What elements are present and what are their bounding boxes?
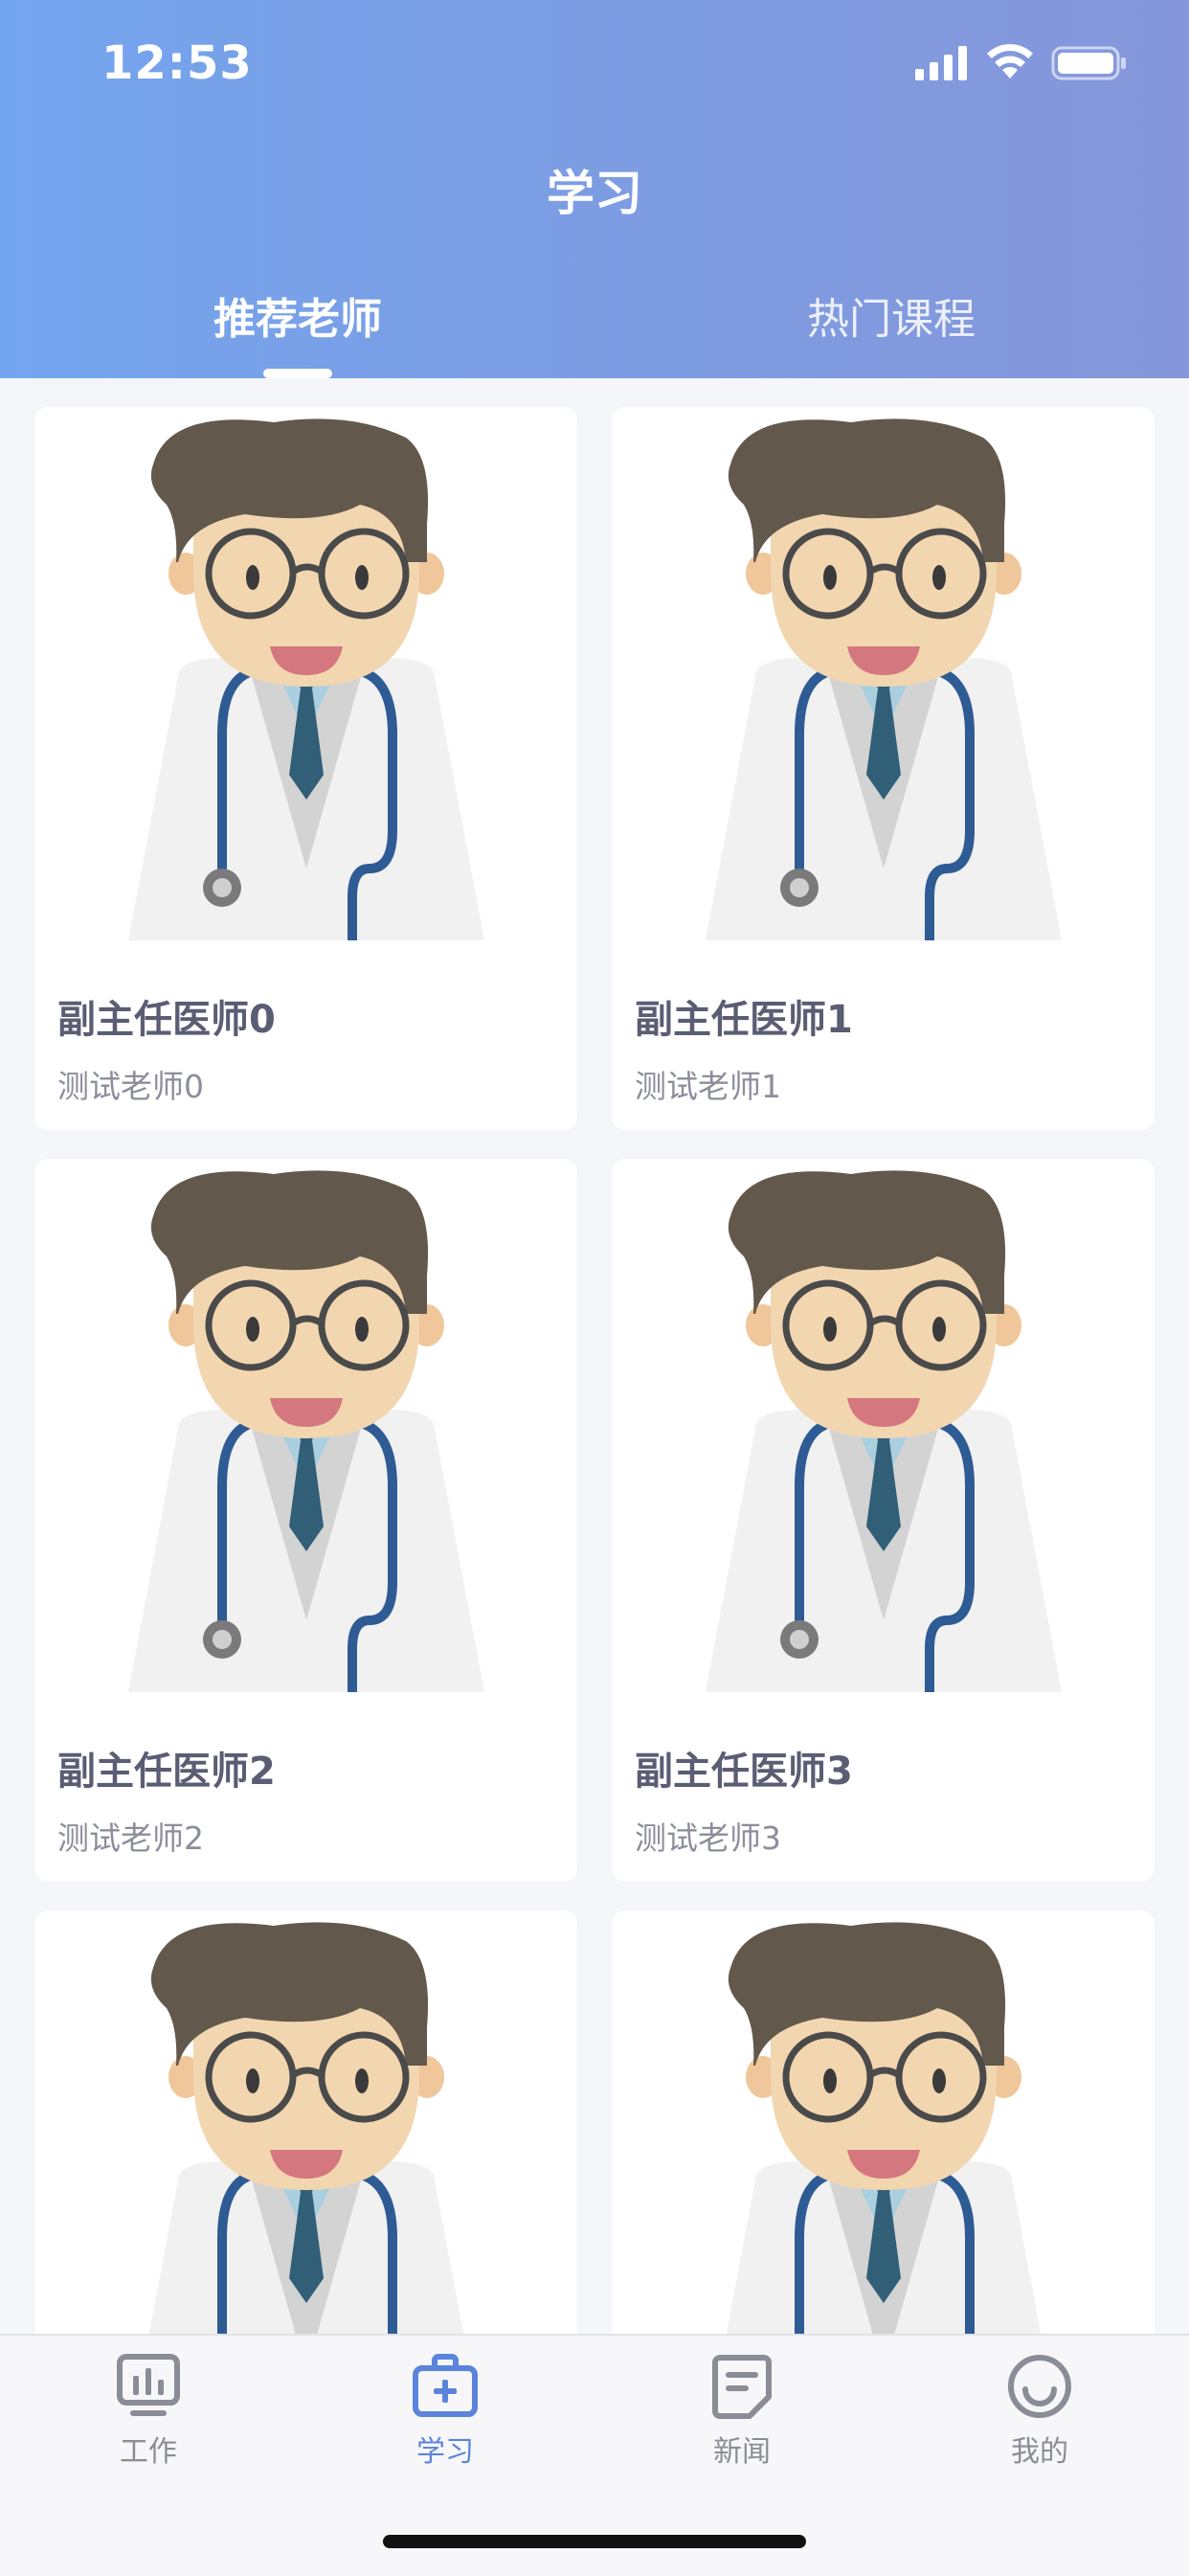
teacher-name: 测试老师2: [57, 1819, 204, 1857]
teacher-card[interactable]: 副主任医师2 测试老师2: [34, 1159, 577, 1882]
teacher-grid: 副主任医师0 测试老师0 副主任医师1 测试老师1 副主任医师2 测试老师2 副…: [0, 378, 1189, 2334]
teacher-title: 副主任医师3: [635, 1750, 853, 1794]
header: 12:53 学习 推荐老师 热门课程: [0, 0, 1189, 378]
teacher-title: 副主任医师1: [635, 998, 853, 1042]
teacher-title: 副主任医师2: [57, 1750, 276, 1794]
doctor-avatar: [34, 418, 577, 940]
doctor-avatar: [34, 1170, 577, 1692]
status-time: 12:53: [101, 36, 253, 90]
battery-icon: [1051, 46, 1126, 80]
doctor-avatar: [612, 1922, 1155, 2334]
signal-icon: [915, 46, 967, 80]
page-title: 学习: [547, 166, 642, 221]
tabbar-item-work[interactable]: 工作: [53, 2351, 244, 2470]
smiley-icon: [1008, 2355, 1071, 2418]
tabbar-item-news[interactable]: 新闻: [646, 2351, 838, 2470]
teacher-name: 测试老师0: [57, 1068, 204, 1105]
chart-board-icon: [117, 2354, 180, 2416]
teacher-name: 测试老师3: [635, 1819, 781, 1857]
wifi-icon: [987, 44, 1033, 79]
teacher-card[interactable]: 副主任医师0 测试老师0: [34, 407, 577, 1130]
teacher-card[interactable]: 副主任医师1 测试老师1: [612, 407, 1155, 1130]
doctor-avatar: [612, 1170, 1155, 1692]
document-icon: [712, 2355, 772, 2419]
tab-indicator: [263, 369, 332, 378]
tabbar-label: 新闻: [713, 2435, 771, 2469]
teacher-card[interactable]: [34, 1910, 577, 2334]
teacher-card[interactable]: [612, 1910, 1155, 2334]
tabbar-item-study[interactable]: 学习: [349, 2351, 541, 2470]
tabbar-item-mine[interactable]: 我的: [944, 2351, 1135, 2470]
tabbar-label: 工作: [120, 2435, 177, 2469]
medical-kit-icon: [413, 2354, 478, 2417]
home-indicator: [383, 2535, 806, 2548]
tab-recommended-teachers[interactable]: 推荐老师: [106, 284, 489, 346]
teacher-name: 测试老师1: [635, 1068, 781, 1105]
doctor-avatar: [34, 1922, 577, 2334]
tabbar-label: 学习: [416, 2435, 474, 2469]
teacher-card[interactable]: 副主任医师3 测试老师3: [612, 1159, 1155, 1882]
doctor-avatar: [612, 418, 1155, 940]
tab-popular-courses[interactable]: 热门课程: [700, 284, 1083, 346]
tabbar-label: 我的: [1011, 2435, 1068, 2469]
teacher-title: 副主任医师0: [57, 998, 276, 1042]
